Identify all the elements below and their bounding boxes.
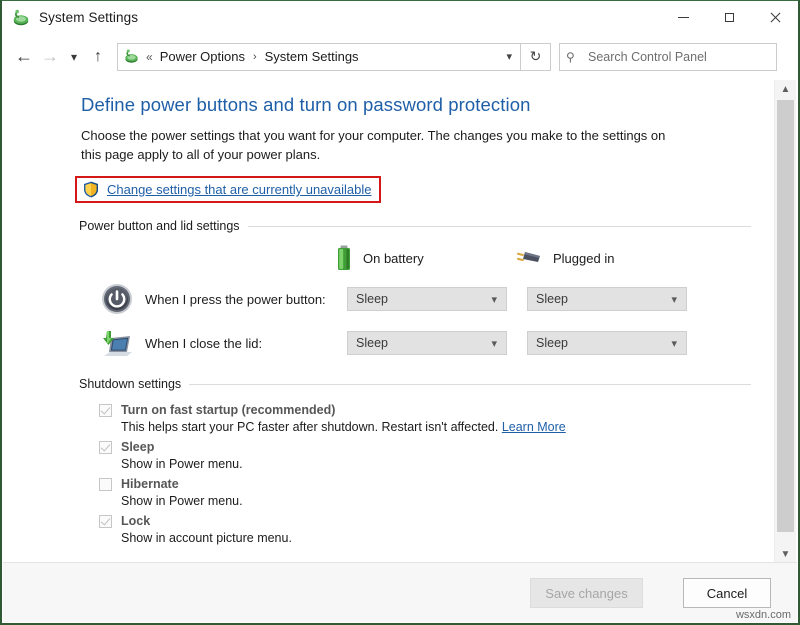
power-button-icon xyxy=(101,283,133,315)
page-title: Define power buttons and turn on passwor… xyxy=(81,94,773,116)
window-title: System Settings xyxy=(39,10,138,25)
power-button-setting-row: When I press the power button: Sleep ▾ S… xyxy=(101,283,773,315)
search-box[interactable]: ⚲ Search Control Panel xyxy=(559,43,777,71)
close-lid-setting-label: When I close the lid: xyxy=(145,336,347,351)
power-button-on-battery-select[interactable]: Sleep ▾ xyxy=(347,287,507,311)
minimize-icon xyxy=(678,12,689,23)
breadcrumb-system-settings[interactable]: System Settings xyxy=(263,48,361,65)
title-bar: System Settings xyxy=(2,1,798,34)
back-arrow-icon[interactable]: ← xyxy=(11,43,37,71)
close-button[interactable] xyxy=(752,1,798,34)
list-item: Hibernate Show in Power menu. xyxy=(99,477,773,510)
power-mode-headers: On battery Plugged in xyxy=(335,245,773,271)
maximize-icon xyxy=(724,12,735,23)
address-bar[interactable]: « Power Options › System Settings ▾ xyxy=(117,43,521,71)
scrollbar-thumb[interactable] xyxy=(777,100,794,532)
battery-icon xyxy=(335,245,353,271)
address-prefix: « xyxy=(146,50,153,64)
learn-more-link[interactable]: Learn More xyxy=(502,420,566,434)
system-settings-window: System Settings ← → ▾ ↑ xyxy=(0,0,800,625)
chevron-down-icon: ▾ xyxy=(491,337,497,350)
hibernate-checkbox[interactable] xyxy=(99,478,112,491)
vertical-scrollbar[interactable]: ▲ ▼ xyxy=(774,80,796,563)
close-lid-plugged-in-select[interactable]: Sleep ▾ xyxy=(527,331,687,355)
search-icon: ⚲ xyxy=(566,50,588,64)
chevron-down-icon: ▾ xyxy=(491,293,497,306)
save-changes-button[interactable]: Save changes xyxy=(530,578,643,608)
sleep-label: Sleep xyxy=(121,440,154,454)
sleep-description: Show in Power menu. xyxy=(121,455,773,473)
minimize-button[interactable] xyxy=(660,1,706,34)
page-description: Choose the power settings that you want … xyxy=(81,126,681,164)
uac-shield-icon xyxy=(83,181,99,198)
cancel-button[interactable]: Cancel xyxy=(683,578,771,608)
forward-arrow-icon: → xyxy=(37,43,63,71)
hibernate-description: Show in Power menu. xyxy=(121,492,773,510)
up-arrow-icon[interactable]: ↑ xyxy=(85,43,111,71)
chevron-down-icon: ▾ xyxy=(671,337,677,350)
scrollbar-track[interactable] xyxy=(775,98,796,545)
hibernate-label: Hibernate xyxy=(121,477,179,491)
watermark: wsxdn.com xyxy=(736,609,791,621)
select-value: Sleep xyxy=(536,292,568,306)
section-divider xyxy=(248,226,751,227)
list-item: Turn on fast startup (recommended) This … xyxy=(99,403,773,436)
power-section-header: Power button and lid settings xyxy=(79,219,773,233)
close-icon xyxy=(770,12,781,23)
power-section-label: Power button and lid settings xyxy=(79,219,248,233)
power-options-icon xyxy=(11,8,31,28)
list-item: Lock Show in account picture menu. xyxy=(99,514,773,547)
plugged-in-label: Plugged in xyxy=(553,251,614,266)
refresh-icon[interactable]: ↻ xyxy=(521,43,551,71)
close-lid-on-battery-select[interactable]: Sleep ▾ xyxy=(347,331,507,355)
shutdown-section-header: Shutdown settings xyxy=(79,377,773,391)
chevron-down-icon: ▾ xyxy=(671,293,677,306)
navigation-bar: ← → ▾ ↑ « Power Options › System Setting… xyxy=(2,34,798,79)
change-settings-link-label[interactable]: Change settings that are currently unava… xyxy=(107,182,372,197)
lock-checkbox[interactable] xyxy=(99,515,112,528)
close-lid-setting-row: When I close the lid: Sleep ▾ Sleep ▾ xyxy=(101,327,773,359)
list-item: Sleep Show in Power menu. xyxy=(99,440,773,473)
shutdown-section-label: Shutdown settings xyxy=(79,377,189,391)
select-value: Sleep xyxy=(356,336,388,350)
on-battery-label: On battery xyxy=(363,251,424,266)
sleep-checkbox[interactable] xyxy=(99,441,112,454)
scroll-down-icon[interactable]: ▼ xyxy=(775,545,796,563)
fast-startup-description: This helps start your PC faster after sh… xyxy=(121,418,773,436)
recent-pages-chevron-icon[interactable]: ▾ xyxy=(63,43,85,71)
laptop-lid-icon xyxy=(101,327,133,359)
content-pane: Define power buttons and turn on passwor… xyxy=(3,80,773,563)
breadcrumb-power-options[interactable]: Power Options xyxy=(158,48,247,65)
scroll-up-icon[interactable]: ▲ xyxy=(775,80,796,98)
power-button-plugged-in-select[interactable]: Sleep ▾ xyxy=(527,287,687,311)
lock-label: Lock xyxy=(121,514,150,528)
chevron-down-icon[interactable]: ▾ xyxy=(506,50,512,63)
plugged-in-header: Plugged in xyxy=(515,245,695,271)
select-value: Sleep xyxy=(536,336,568,350)
fast-startup-label: Turn on fast startup (recommended) xyxy=(121,403,335,417)
fast-startup-description-text: This helps start your PC faster after sh… xyxy=(121,420,498,434)
shutdown-options-list: Turn on fast startup (recommended) This … xyxy=(99,403,773,547)
uac-link-highlight: Change settings that are currently unava… xyxy=(75,176,381,203)
power-options-icon xyxy=(123,48,140,65)
maximize-button[interactable] xyxy=(706,1,752,34)
section-divider xyxy=(189,384,751,385)
footer-bar: Save changes Cancel wsxdn.com xyxy=(3,562,797,622)
window-controls xyxy=(660,1,798,34)
select-value: Sleep xyxy=(356,292,388,306)
on-battery-header: On battery xyxy=(335,245,515,271)
fast-startup-checkbox[interactable] xyxy=(99,404,112,417)
power-plug-icon xyxy=(515,247,543,269)
change-settings-link-row[interactable]: Change settings that are currently unava… xyxy=(75,176,381,203)
breadcrumb-separator-icon: › xyxy=(253,51,257,63)
power-button-setting-label: When I press the power button: xyxy=(145,292,347,307)
search-input[interactable]: Search Control Panel xyxy=(588,50,707,64)
lock-description: Show in account picture menu. xyxy=(121,529,773,547)
